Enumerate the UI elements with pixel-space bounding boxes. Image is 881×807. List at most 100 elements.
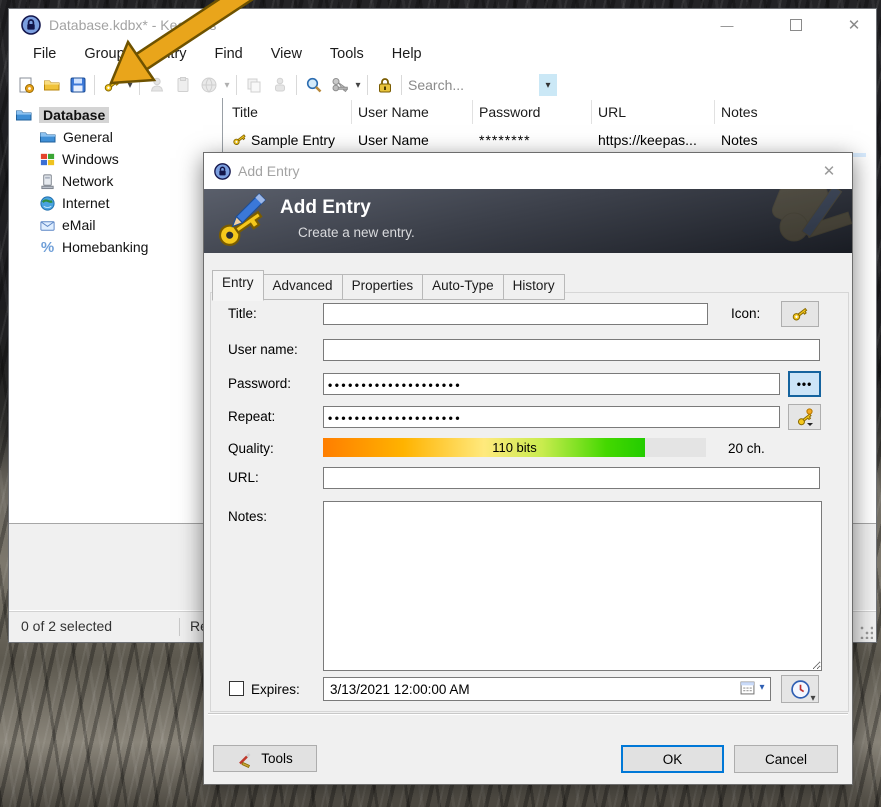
quality-label: Quality:: [228, 441, 274, 456]
tree-item-general[interactable]: General: [39, 127, 113, 147]
windows-icon: [39, 151, 56, 168]
tree-item-database[interactable]: Database: [15, 105, 109, 125]
expires-label: Expires:: [251, 682, 300, 697]
open-folder-icon: [43, 76, 61, 94]
copy-icon: [245, 76, 263, 94]
dialog-title: Add Entry: [238, 153, 299, 189]
screen: Database.kdbx* - KeePass — ✕ File Group …: [0, 0, 881, 807]
column-header-password[interactable]: Password: [479, 98, 540, 126]
app-lock-icon: [21, 15, 41, 35]
generate-password-button[interactable]: [788, 404, 821, 430]
find-button[interactable]: [301, 73, 326, 97]
title-input[interactable]: [323, 303, 708, 325]
notes-label: Notes:: [228, 509, 267, 524]
folder-icon: [15, 106, 33, 124]
keys-icon: [330, 75, 350, 95]
tab-entry[interactable]: Entry: [212, 270, 264, 301]
expires-date-combo[interactable]: 3/13/2021 12:00:00 AM ▾: [323, 677, 771, 701]
tools-button-label: Tools: [261, 751, 293, 766]
column-header-username[interactable]: User Name: [358, 98, 429, 126]
tab-history[interactable]: History: [504, 274, 565, 300]
new-database-button[interactable]: [13, 73, 38, 97]
toolbar-separator: [401, 75, 402, 95]
column-separator: [472, 100, 473, 124]
entry-cell-password[interactable]: ********: [479, 128, 531, 152]
expiry-presets-button[interactable]: ▾: [781, 675, 819, 703]
key-icon: [790, 304, 810, 324]
copy-username-button: [241, 73, 266, 97]
entry-cell-url[interactable]: https://keepas...: [598, 128, 697, 152]
column-header-url[interactable]: URL: [598, 98, 626, 126]
add-entry-button[interactable]: [99, 73, 124, 97]
add-entry-dropdown[interactable]: ▾: [125, 80, 135, 91]
tree-label: Internet: [62, 195, 109, 211]
menu-file[interactable]: File: [19, 43, 70, 69]
tree-label: Network: [62, 173, 113, 189]
dialog-close-button[interactable]: ✕: [814, 153, 844, 189]
tree-item-internet[interactable]: Internet: [39, 193, 109, 213]
group-tree-panel: Database General Windows Network Interne…: [9, 98, 223, 521]
username-input[interactable]: [323, 339, 820, 361]
expires-checkbox[interactable]: [229, 681, 244, 696]
tab-properties[interactable]: Properties: [343, 274, 424, 300]
banner-subtitle: Create a new entry.: [298, 225, 415, 240]
column-separator: [351, 100, 352, 124]
entry-cell-notes[interactable]: Notes: [721, 128, 758, 152]
search-input[interactable]: [406, 76, 538, 94]
menu-tools[interactable]: Tools: [316, 43, 378, 69]
dialog-lock-icon: [214, 163, 231, 180]
tree-item-homebanking[interactable]: % Homebanking: [39, 237, 148, 257]
notes-textarea[interactable]: [323, 501, 822, 671]
tools-icon: [237, 750, 255, 768]
tools-button[interactable]: Tools: [213, 745, 317, 772]
icon-label: Icon:: [731, 306, 760, 321]
tab-auto-type[interactable]: Auto-Type: [423, 274, 504, 300]
url-input[interactable]: [323, 467, 820, 489]
menu-find[interactable]: Find: [201, 43, 257, 69]
folder-icon: [39, 128, 57, 146]
username-label: User name:: [228, 342, 298, 357]
open-database-button[interactable]: [39, 73, 64, 97]
lock-workspace-button[interactable]: [372, 73, 397, 97]
search-dropdown[interactable]: ▾: [539, 74, 557, 96]
column-header-title[interactable]: Title: [232, 98, 258, 126]
ok-button[interactable]: OK: [621, 745, 724, 773]
ok-button-label: OK: [663, 752, 683, 767]
quality-bar: 110 bits: [323, 438, 706, 457]
menu-entry[interactable]: Entry: [139, 43, 201, 69]
close-button[interactable]: ✕: [837, 9, 871, 41]
key-options-button[interactable]: [327, 73, 352, 97]
toolbar-separator: [94, 75, 95, 95]
lock-icon: [376, 76, 394, 94]
menu-help[interactable]: Help: [378, 43, 436, 69]
column-header-notes[interactable]: Notes: [721, 98, 758, 126]
quality-chars: 20 ch.: [728, 441, 765, 456]
show-password-button[interactable]: •••: [788, 371, 821, 397]
banner-title: Add Entry: [280, 197, 371, 219]
mail-icon: [39, 217, 56, 234]
save-button[interactable]: [65, 73, 90, 97]
window-title: Database.kdbx* - KeePass: [49, 9, 216, 41]
expires-dropdown[interactable]: ▾: [757, 682, 767, 693]
quality-bits: 110 bits: [323, 440, 706, 455]
maximize-button[interactable]: [779, 9, 813, 41]
search-icon: [305, 76, 323, 94]
tree-item-email[interactable]: eMail: [39, 215, 95, 235]
tree-item-windows[interactable]: Windows: [39, 149, 119, 169]
icon-picker-button[interactable]: [781, 301, 819, 327]
password-input[interactable]: [323, 373, 780, 395]
entry-cell-username[interactable]: User Name: [358, 128, 429, 152]
tree-item-network[interactable]: Network: [39, 171, 113, 191]
tree-label: eMail: [62, 217, 95, 233]
toolbar-separator: [296, 75, 297, 95]
cancel-button[interactable]: Cancel: [734, 745, 838, 773]
entry-cell-title[interactable]: Sample Entry: [251, 128, 335, 152]
resize-grip[interactable]: [859, 625, 873, 639]
menu-view[interactable]: View: [257, 43, 316, 69]
menu-group[interactable]: Group: [70, 43, 138, 69]
key-options-dropdown[interactable]: ▾: [353, 80, 363, 91]
tab-advanced[interactable]: Advanced: [264, 274, 343, 300]
minimize-button[interactable]: —: [710, 9, 744, 41]
repeat-input[interactable]: [323, 406, 780, 428]
open-url-dropdown: ▾: [222, 80, 232, 91]
